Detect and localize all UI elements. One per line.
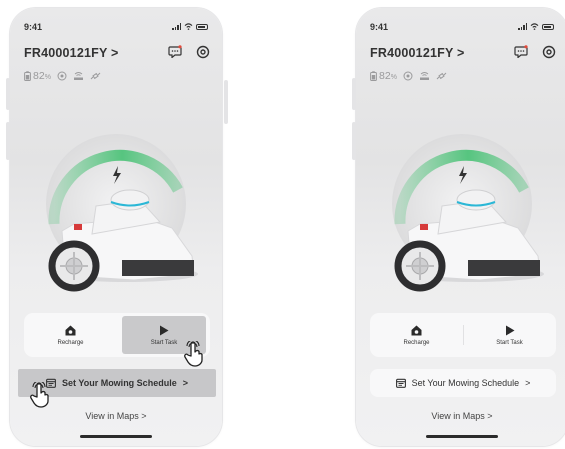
rtk-icon xyxy=(73,72,83,80)
side-button xyxy=(6,78,10,110)
home-indicator[interactable] xyxy=(80,435,152,438)
cellular-signal-icon xyxy=(172,23,181,30)
battery-unit: % xyxy=(390,74,397,81)
recharge-label: Recharge xyxy=(403,339,430,346)
side-button xyxy=(352,122,356,160)
schedule-label: Set Your Mowing Schedule xyxy=(62,378,177,388)
start-task-label: Start Task xyxy=(496,339,523,346)
tap-hand-icon xyxy=(184,341,203,367)
satellite-icon xyxy=(90,72,101,80)
schedule-label: Set Your Mowing Schedule xyxy=(411,378,520,388)
schedule-chevron: > xyxy=(182,378,188,388)
side-button xyxy=(224,80,228,124)
phone-screen-pressed: 9:41 FR4000121FY > 82% Recharge Start Ta… xyxy=(10,8,222,446)
play-icon xyxy=(160,325,169,335)
battery-status-icon xyxy=(542,23,554,30)
play-icon xyxy=(505,325,514,335)
action-card: Recharge Start Task xyxy=(370,313,556,357)
cellular-signal-icon xyxy=(518,23,527,30)
battery-unit: % xyxy=(44,74,51,81)
mower-illustration xyxy=(46,134,198,292)
status-bar: 9:41 xyxy=(370,22,554,34)
mowing-schedule-button[interactable]: Set Your Mowing Schedule > xyxy=(370,369,556,397)
phone-screen-default: 9:41 FR4000121FY > 82% Recharge Start Ta… xyxy=(356,8,565,446)
start-task-label: Start Task xyxy=(150,339,178,346)
tap-hand-icon xyxy=(30,382,49,408)
status-time: 9:41 xyxy=(24,22,43,32)
maps-label: View in Maps xyxy=(85,411,139,421)
settings-icon[interactable] xyxy=(542,45,556,59)
message-icon[interactable] xyxy=(514,45,528,58)
battery-percent: 82 xyxy=(379,70,391,82)
side-button xyxy=(6,122,10,160)
maps-chevron: > xyxy=(141,411,147,421)
maps-label: View in Maps xyxy=(431,411,485,421)
signal-icon xyxy=(57,71,67,81)
recharge-button[interactable]: Recharge xyxy=(24,313,117,357)
message-icon[interactable] xyxy=(168,45,182,58)
home-indicator[interactable] xyxy=(426,435,498,438)
status-time: 9:41 xyxy=(370,22,389,32)
signal-icon xyxy=(403,71,413,81)
satellite-icon xyxy=(436,72,447,80)
rtk-icon xyxy=(419,72,429,80)
status-bar: 9:41 xyxy=(24,22,208,34)
wifi-status-icon xyxy=(530,23,539,30)
mower-illustration xyxy=(392,134,544,292)
maps-chevron: > xyxy=(487,411,493,421)
side-button xyxy=(352,78,356,110)
view-in-maps-link[interactable]: View in Maps > xyxy=(356,411,565,421)
calendar-icon xyxy=(395,378,406,388)
settings-icon[interactable] xyxy=(196,45,210,59)
home-icon xyxy=(411,325,422,335)
device-name[interactable]: FR4000121FY > xyxy=(24,46,118,60)
view-in-maps-link[interactable]: View in Maps > xyxy=(10,411,222,421)
battery-icon xyxy=(370,71,377,81)
home-icon xyxy=(65,325,76,335)
device-name[interactable]: FR4000121FY > xyxy=(370,46,464,60)
device-stats: 82% xyxy=(370,70,447,82)
wifi-status-icon xyxy=(184,23,193,30)
battery-status-icon xyxy=(196,23,208,30)
recharge-button[interactable]: Recharge xyxy=(370,313,463,357)
battery-icon xyxy=(24,71,31,81)
schedule-chevron: > xyxy=(525,378,531,388)
recharge-label: Recharge xyxy=(57,339,84,346)
battery-percent: 82 xyxy=(33,70,45,82)
start-task-button[interactable]: Start Task xyxy=(463,313,556,357)
device-stats: 82% xyxy=(24,70,101,82)
